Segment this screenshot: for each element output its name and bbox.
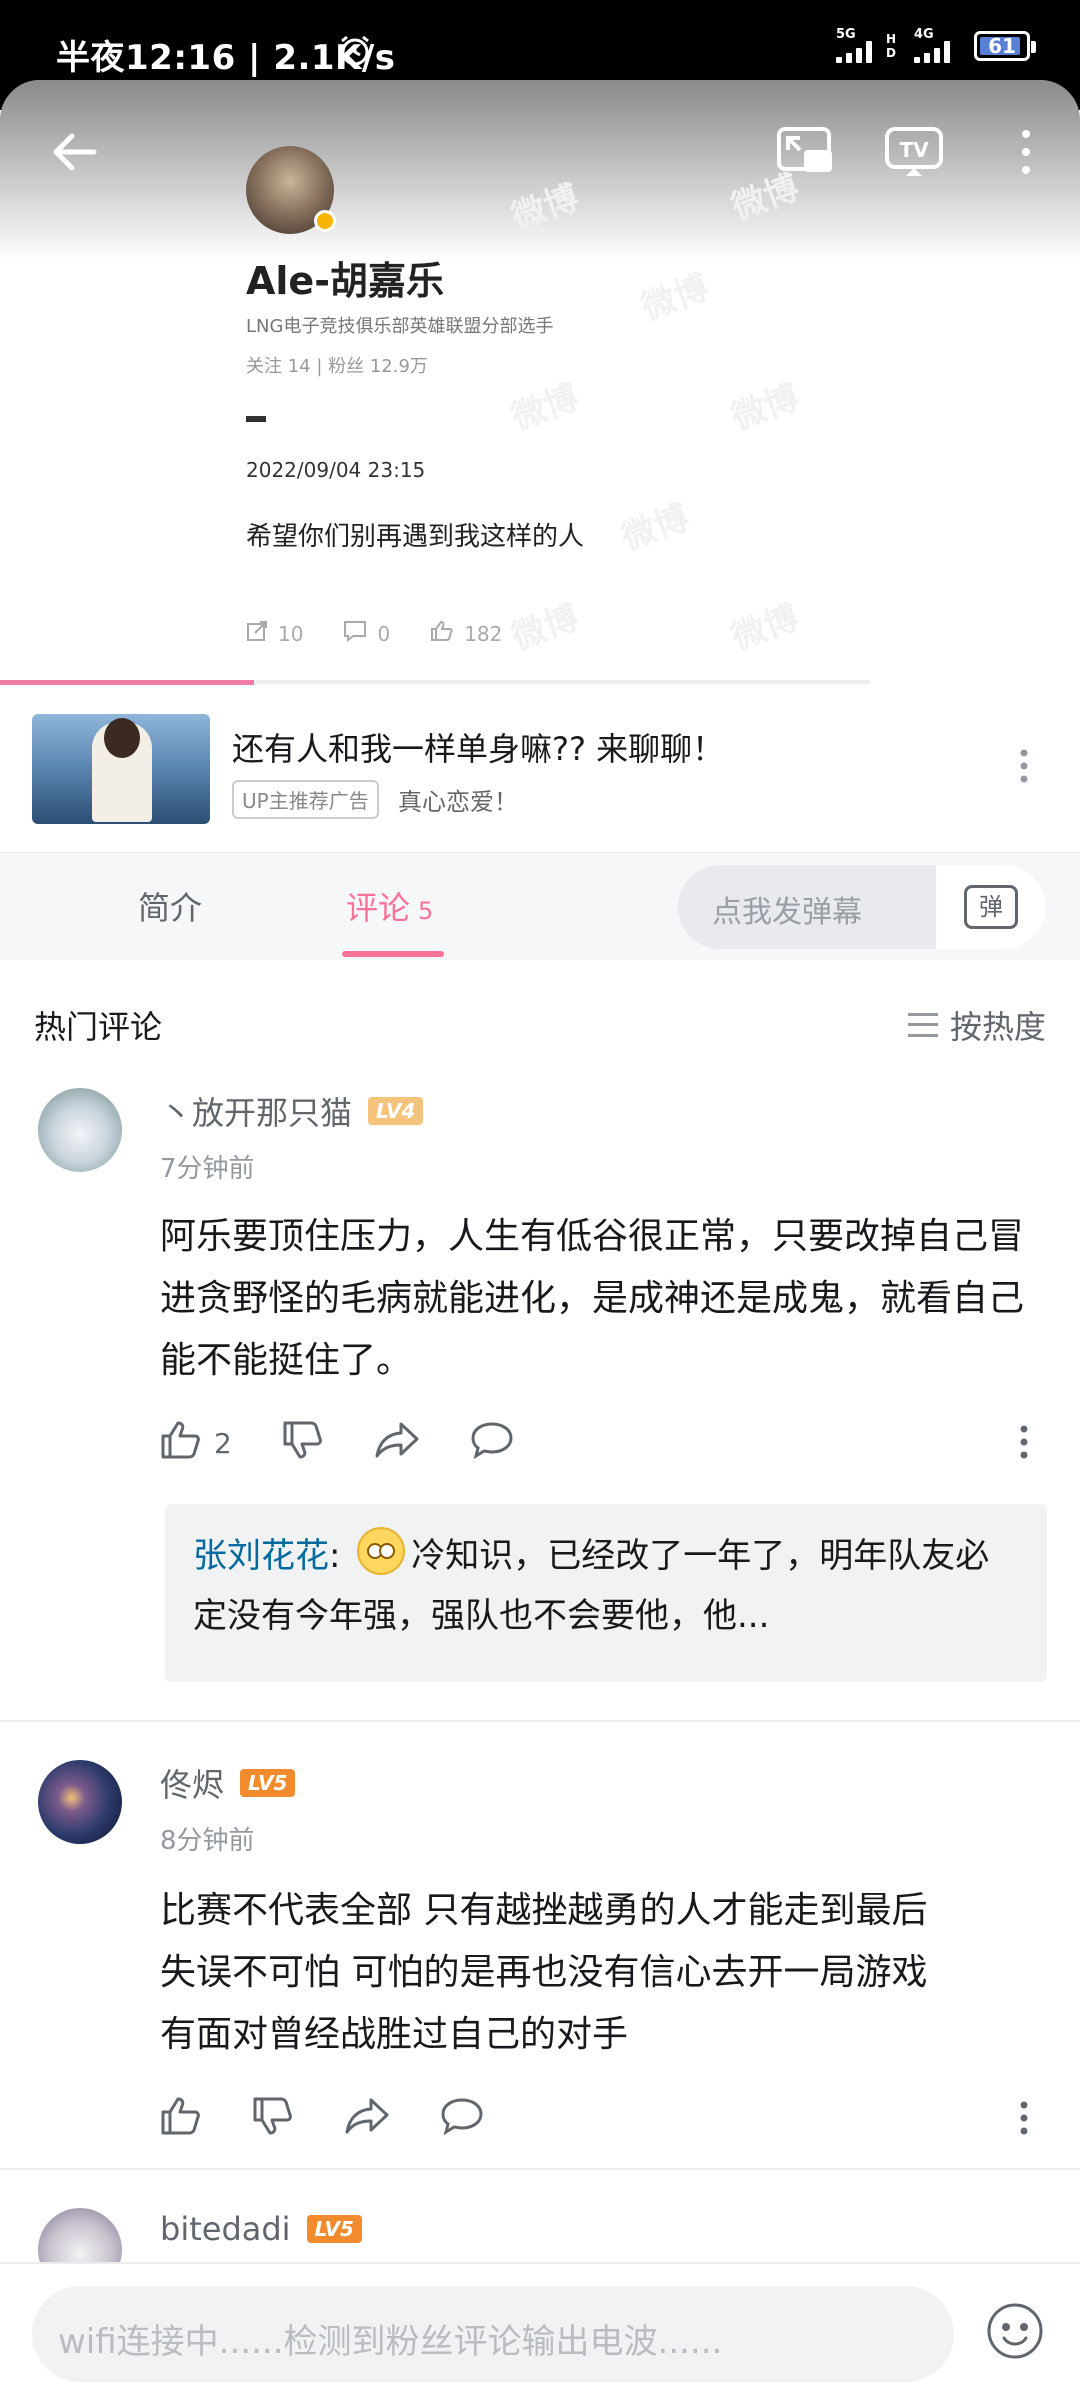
comment-actions bbox=[160, 2096, 484, 2143]
weibo-dash bbox=[246, 416, 266, 422]
level-badge: LV5 bbox=[306, 2215, 362, 2243]
ad-thumbnail bbox=[32, 714, 210, 824]
share-icon[interactable] bbox=[374, 1420, 420, 1467]
danmu-input[interactable]: 点我发弹幕 弹 bbox=[678, 865, 1046, 949]
tv-cast-icon[interactable]: TV bbox=[884, 126, 944, 182]
avatar[interactable] bbox=[38, 1760, 122, 1844]
weibo-text: 希望你们别再遇到我这样的人 bbox=[246, 522, 585, 552]
comment-text: 阿乐要顶住压力，人生有低谷很正常，只要改掉自己冒进贪野怪的毛病就能进化，是成神还… bbox=[160, 1216, 1025, 1381]
danmu-placeholder: 点我发弹幕 bbox=[712, 895, 862, 930]
repost-icon bbox=[246, 620, 268, 647]
ad-more-icon[interactable] bbox=[1018, 748, 1030, 788]
comment-username-text: 佟烬 bbox=[160, 1766, 225, 1804]
more-vertical-icon[interactable] bbox=[1014, 126, 1038, 182]
comment-more-icon[interactable] bbox=[1018, 1424, 1030, 1464]
watermark: 微博 bbox=[506, 597, 584, 659]
comment-text-line: 有面对曾经战胜过自己的对手 bbox=[160, 2014, 629, 2055]
weibo-actions: 10 0 182 bbox=[246, 620, 502, 647]
comment-icon bbox=[343, 620, 367, 647]
tab-comments-count: 5 bbox=[418, 897, 434, 925]
thumb-down-icon[interactable] bbox=[252, 2096, 294, 2143]
emoji-icon[interactable] bbox=[986, 2302, 1044, 2364]
battery-icon: 61 bbox=[974, 30, 1036, 61]
comment-actions: 2 bbox=[160, 1420, 514, 1467]
share-icon[interactable] bbox=[344, 2096, 390, 2143]
reply-username[interactable]: 张刘花花 bbox=[193, 1536, 329, 1576]
weibo-comment-count: 0 bbox=[377, 621, 391, 646]
level-badge: LV5 bbox=[240, 1769, 296, 1797]
comment-input-placeholder: wifi连接中......检测到粉丝评论输出电波...... bbox=[58, 2322, 723, 2362]
watermark: 微博 bbox=[726, 597, 804, 659]
tab-comments[interactable]: 评论 5 bbox=[346, 883, 433, 929]
ad-subtitle: 真心恋爱！ bbox=[398, 788, 518, 816]
back-arrow-icon[interactable] bbox=[50, 128, 98, 180]
ad-tag: UP主推荐广告 bbox=[232, 780, 379, 819]
comment-username[interactable]: bitedadi LV5 bbox=[160, 2210, 362, 2248]
avatar[interactable] bbox=[38, 1088, 122, 1172]
reply-icon[interactable] bbox=[440, 2096, 484, 2143]
like-icon bbox=[430, 620, 454, 647]
comment-username-text: bitedadi bbox=[160, 2210, 291, 2248]
watermark: 微博 bbox=[726, 377, 804, 439]
signal-icon-1 bbox=[836, 41, 872, 63]
thumb-up-icon bbox=[160, 1420, 202, 1467]
ad-title: 还有人和我一样单身嘛?? 来聊聊！ bbox=[232, 730, 725, 768]
weibo-avatar bbox=[246, 146, 336, 234]
level-badge: LV4 bbox=[368, 1097, 424, 1125]
weibo-date: 2022/09/04 23:15 bbox=[246, 458, 426, 482]
doge-emoji-icon bbox=[357, 1527, 406, 1575]
danmu-icon-label: 弹 bbox=[979, 893, 1003, 921]
ad-banner[interactable]: 还有人和我一样单身嘛?? 来聊聊！ UP主推荐广告 真心恋爱！ bbox=[0, 688, 1080, 852]
comment-input[interactable]: wifi连接中......检测到粉丝评论输出电波...... bbox=[32, 2286, 954, 2382]
tab-comments-label: 评论 bbox=[346, 889, 411, 927]
comment-username-text: 丶放开那只猫 bbox=[160, 1094, 353, 1132]
svg-text:TV: TV bbox=[899, 138, 929, 162]
comment-more-icon[interactable] bbox=[1018, 2100, 1030, 2140]
like-button[interactable]: 2 bbox=[160, 1420, 232, 1467]
watermark: 微博 bbox=[636, 267, 714, 329]
comment-username[interactable]: 丶放开那只猫 LV4 bbox=[160, 1088, 424, 1134]
thumb-down-icon[interactable] bbox=[282, 1420, 324, 1467]
weibo-username: Ale-胡嘉乐 bbox=[246, 259, 444, 303]
thumb-up-icon[interactable] bbox=[160, 2096, 202, 2143]
reply-colon: : bbox=[329, 1536, 341, 1576]
comment-time: 7分钟前 bbox=[160, 1154, 255, 1184]
watermark: 微博 bbox=[506, 377, 584, 439]
sort-button[interactable]: 按热度 bbox=[907, 1002, 1046, 1048]
sort-label: 按热度 bbox=[949, 1008, 1046, 1046]
signal-icon-2 bbox=[914, 41, 950, 63]
sort-lines-icon bbox=[907, 1013, 938, 1037]
danmu-icon: 弹 bbox=[964, 885, 1018, 929]
weibo-stats: 关注 14 | 粉丝 12.9万 bbox=[246, 356, 428, 377]
video-progress-fill bbox=[0, 680, 254, 685]
net-label-4g: 4G bbox=[914, 27, 934, 42]
reply-icon[interactable] bbox=[470, 1420, 514, 1467]
comment-username[interactable]: 佟烬 LV5 bbox=[160, 1760, 296, 1806]
like-count: 2 bbox=[214, 1427, 232, 1460]
weibo-repost-count: 10 bbox=[278, 621, 304, 646]
tab-intro[interactable]: 简介 bbox=[138, 883, 202, 929]
comment-time: 8分钟前 bbox=[160, 1826, 255, 1856]
danmu-toggle-button[interactable]: 弹 bbox=[936, 865, 1046, 949]
comment-divider bbox=[0, 1720, 1080, 1722]
watermark: 微博 bbox=[616, 497, 694, 559]
comment-text-line: 失误不可怕 可怕的是再也没有信心去开一局游戏 bbox=[160, 1952, 928, 1993]
comment-divider bbox=[0, 2168, 1080, 2170]
hot-comments-title: 热门评论 bbox=[34, 1008, 163, 1046]
verified-badge bbox=[314, 210, 336, 232]
alarm-icon bbox=[338, 34, 372, 72]
battery-level: 61 bbox=[988, 33, 1016, 58]
small-window-icon[interactable] bbox=[776, 126, 834, 180]
comment-text-line: 比赛不代表全部 只有越挫越勇的人才能走到最后 bbox=[160, 1890, 928, 1931]
video-player[interactable]: 微博 微博 微博 微博 微博 微博 微博 微博 TV Ale-胡嘉乐 LNG电子… bbox=[0, 80, 1080, 685]
weibo-description: LNG电子竞技俱乐部英雄联盟分部选手 bbox=[246, 316, 554, 337]
net-label-5g: 5G bbox=[836, 27, 856, 42]
reply-preview[interactable]: 张刘花花: 冷知识，已经改了一年了，明年队友必定没有今年强，强队也不会要他，他.… bbox=[165, 1504, 1047, 1682]
comment-input-bar: wifi连接中......检测到粉丝评论输出电波...... bbox=[0, 2262, 1080, 2400]
tab-bar: 简介 评论 5 点我发弹幕 弹 bbox=[0, 852, 1080, 960]
comment-text: 比赛不代表全部 只有越挫越勇的人才能走到最后 失误不可怕 可怕的是再也没有信心去… bbox=[160, 1880, 1050, 2066]
tab-indicator bbox=[342, 951, 444, 957]
weibo-like-count: 182 bbox=[464, 621, 503, 646]
hd-label: H D bbox=[886, 31, 897, 60]
